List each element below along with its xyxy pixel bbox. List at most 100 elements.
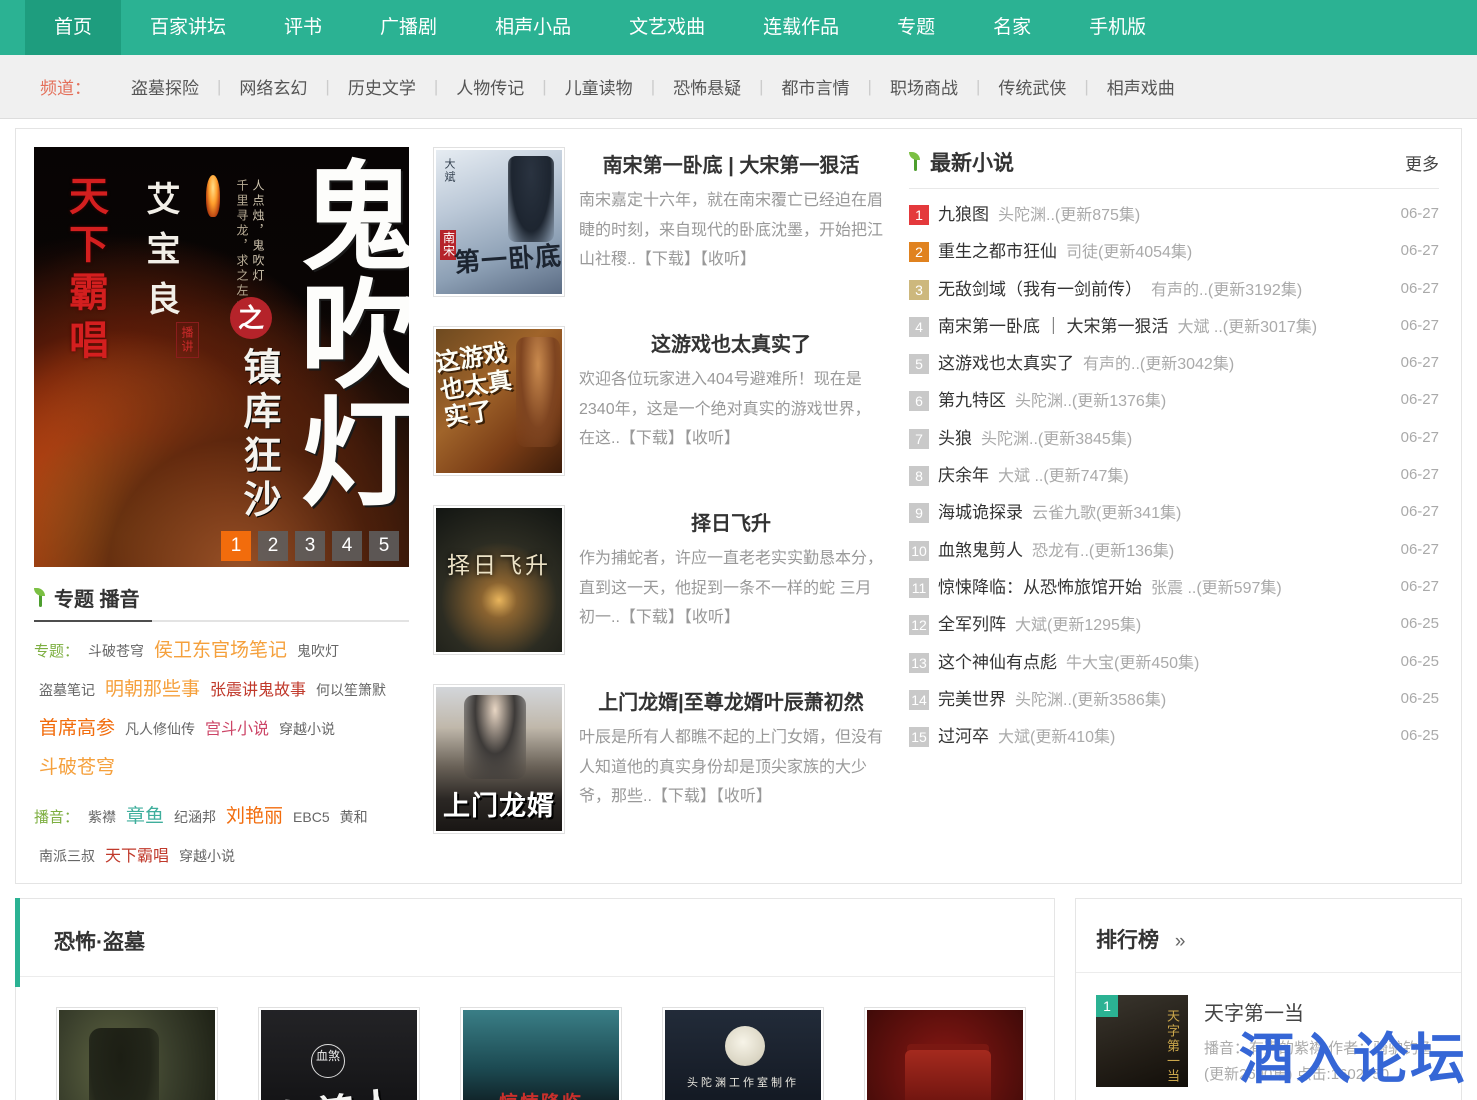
tag-link[interactable]: 张震讲鬼故事 — [210, 682, 306, 699]
book-cover[interactable]: 上门龙婿 — [433, 684, 565, 834]
tag-link[interactable]: 纪涵邦 — [174, 809, 216, 825]
channel-link[interactable]: 恐怖悬疑 — [655, 74, 759, 99]
topics-block: 专题 播音 专题：斗破苍穹侯卫东官场笔记鬼吹灯盗墓笔记明朝那些事张震讲鬼故事何以… — [34, 583, 409, 876]
channel-link[interactable]: 传统武侠 — [980, 74, 1084, 99]
channel-link[interactable]: 盗墓探险 — [113, 74, 217, 99]
nav-item[interactable]: 广播剧 — [351, 0, 466, 55]
more-link[interactable]: 更多 — [1405, 150, 1439, 175]
book-title-link[interactable]: 九狼图 — [938, 205, 989, 224]
nav-item[interactable]: 专题 — [868, 0, 964, 55]
list-item: 06-2514完美世界头陀渊..(更新3586集) — [909, 687, 1439, 714]
tag-link[interactable]: 侯卫东官场笔记 — [154, 640, 287, 661]
book-title-link[interactable]: 全军列阵 — [938, 615, 1006, 634]
channel-link[interactable]: 相声戏曲 — [1089, 74, 1193, 99]
tag-link[interactable]: 南派三叔 — [39, 848, 95, 864]
book-cover[interactable]: 头陀渊工作室制作阳间借命人 — [662, 1007, 824, 1100]
book-title-link[interactable]: 南宋第一卧底 ｜ 大宋第一狠活 — [938, 317, 1168, 336]
tag-link[interactable]: EBC5 — [293, 809, 330, 825]
carousel-page-button[interactable]: 5 — [369, 531, 399, 561]
book-title-link[interactable]: 重生之都市狂仙 — [938, 242, 1057, 261]
nav-item[interactable]: 首页 — [25, 0, 121, 55]
rank-badge: 1 — [1096, 995, 1118, 1017]
book-title-link[interactable]: 海城诡探录 — [938, 503, 1023, 522]
nav-item[interactable]: 文艺戏曲 — [600, 0, 734, 55]
carousel-page-button[interactable]: 4 — [332, 531, 362, 561]
book-title-link[interactable]: 这个神仙有点彪 — [938, 653, 1057, 672]
book-cover[interactable]: 择日飞升 — [433, 505, 565, 655]
channel-link[interactable]: 职场商战 — [872, 74, 976, 99]
book-cover[interactable]: 血煞鬼剪人 — [258, 1007, 420, 1100]
nav-item[interactable]: 评书 — [255, 0, 351, 55]
download-link[interactable]: 【下载】 — [636, 251, 700, 268]
tag-link[interactable]: 鬼吹灯 — [297, 643, 339, 659]
featured-title[interactable]: 南宋第一卧底 | 大宋第一狠活 — [579, 149, 883, 178]
nav-item[interactable]: 连载作品 — [734, 0, 868, 55]
book-title-link[interactable]: 过河卒 — [938, 727, 989, 746]
tag-link[interactable]: 何以笙箫默 — [316, 682, 386, 698]
featured-desc: 南宋嘉定十六年，就在南宋覆亡已经迫在眉睫的时刻，来自现代的卧底沈墨，开始把江山社… — [579, 186, 883, 275]
featured-item: 择日飞升择日飞升作为捕蛇者，许应一直老老实实勤恳本分，直到这一天，他捉到一条不一… — [433, 505, 883, 655]
cover-title-text: 择日飞升 — [436, 546, 562, 580]
channel-link[interactable]: 儿童读物 — [547, 74, 651, 99]
book-title-link[interactable]: 无敌剑域（我有一剑前传） — [938, 280, 1142, 299]
book-cover[interactable] — [864, 1007, 1026, 1100]
featured-text: 择日飞升作为捕蛇者，许应一直老老实实勤恳本分，直到这一天，他捉到一条不一样的蛇 … — [579, 505, 883, 655]
featured-title[interactable]: 这游戏也太真实了 — [579, 328, 883, 357]
featured-item: 这游戏也太真实了这游戏也太真实了欢迎各位玩家进入404号避难所！现在是2340年… — [433, 326, 883, 476]
tag-link[interactable]: 首席高参 — [39, 718, 115, 739]
tag-link[interactable]: 斗破苍穹 — [39, 757, 115, 778]
tag-link[interactable]: 紫襟 — [88, 809, 116, 825]
carousel-page-button[interactable]: 1 — [221, 531, 251, 561]
tag-link[interactable]: 天下霸唱 — [105, 848, 169, 865]
book-title-link[interactable]: 头狼 — [938, 429, 972, 448]
channel-link[interactable]: 都市言情 — [764, 74, 868, 99]
nav-item[interactable]: 手机版 — [1060, 0, 1175, 55]
tag-link[interactable]: 章鱼 — [126, 806, 164, 827]
book-cover[interactable]: 惊悚降临从恐怖旅馆 — [460, 1007, 622, 1100]
book-cover[interactable]: 大斌南宋第一卧底 — [433, 147, 565, 297]
book-cover[interactable]: 天字第一当 1 — [1096, 995, 1188, 1087]
tag-link[interactable]: 穿越小说 — [179, 848, 235, 864]
carousel-image[interactable]: 天下霸唱 艾宝良 播讲 人点烛，鬼吹灯 千里寻龙，求之左右 鬼吹灯 之 镇库狂沙… — [34, 147, 409, 567]
book-update-info: 头陀渊..(更新1376集) — [1015, 393, 1166, 410]
tag-link[interactable]: 穿越小说 — [279, 721, 335, 737]
book-title-link[interactable]: 第九特区 — [938, 391, 1006, 410]
nav-item[interactable]: 名家 — [964, 0, 1060, 55]
listen-link[interactable]: 【收听】 — [684, 609, 740, 626]
channel-link[interactable]: 网络玄幻 — [221, 74, 325, 99]
cover-subtitle-text: 头陀渊工作室制作 — [665, 1074, 821, 1090]
book-title-link[interactable]: 这游戏也太真实了 — [938, 354, 1074, 373]
tag-link[interactable]: 宫斗小说 — [205, 721, 269, 738]
book-title-link[interactable]: 惊悚降临：从恐怖旅馆开始 — [938, 578, 1142, 597]
download-link[interactable]: 【下载】 — [652, 788, 716, 805]
tag-link[interactable]: 刘艳丽 — [226, 806, 283, 827]
download-link[interactable]: 【下载】 — [620, 609, 684, 626]
book-cover[interactable] — [56, 1007, 218, 1100]
channel-link[interactable]: 人物传记 — [438, 74, 542, 99]
listen-link[interactable]: 【收听】 — [700, 251, 756, 268]
book-cover-art — [867, 1010, 1023, 1100]
book-title-link[interactable]: 血煞鬼剪人 — [938, 541, 1023, 560]
book-update-info: 恐龙有..(更新136集) — [1032, 543, 1174, 560]
double-arrow-icon[interactable]: » — [1175, 931, 1186, 952]
nav-item[interactable]: 相声小品 — [466, 0, 600, 55]
tag-link[interactable]: 黄和 — [340, 809, 368, 825]
tag-link[interactable]: 明朝那些事 — [105, 679, 200, 700]
channel-link[interactable]: 历史文学 — [330, 74, 434, 99]
book-cover[interactable]: 这游戏也太真实了 — [433, 326, 565, 476]
tag-group: 播音：紫襟章鱼纪涵邦刘艳丽EBC5黄和南派三叔天下霸唱穿越小说 — [34, 798, 409, 876]
featured-title[interactable]: 择日飞升 — [579, 507, 883, 536]
rank-badge: 7 — [909, 429, 929, 449]
listen-link[interactable]: 【收听】 — [684, 430, 740, 447]
tag-link[interactable]: 斗破苍穹 — [88, 643, 144, 659]
nav-item[interactable]: 百家讲坛 — [121, 0, 255, 55]
carousel-page-button[interactable]: 3 — [295, 531, 325, 561]
tag-link[interactable]: 凡人修仙传 — [125, 721, 195, 737]
download-link[interactable]: 【下载】 — [620, 430, 684, 447]
book-title-link[interactable]: 完美世界 — [938, 690, 1006, 709]
featured-title[interactable]: 上门龙婿|至尊龙婿叶辰萧初然 — [579, 686, 883, 715]
listen-link[interactable]: 【收听】 — [716, 788, 772, 805]
book-title-link[interactable]: 庆余年 — [938, 466, 989, 485]
carousel-page-button[interactable]: 2 — [258, 531, 288, 561]
tag-link[interactable]: 盗墓笔记 — [39, 682, 95, 698]
